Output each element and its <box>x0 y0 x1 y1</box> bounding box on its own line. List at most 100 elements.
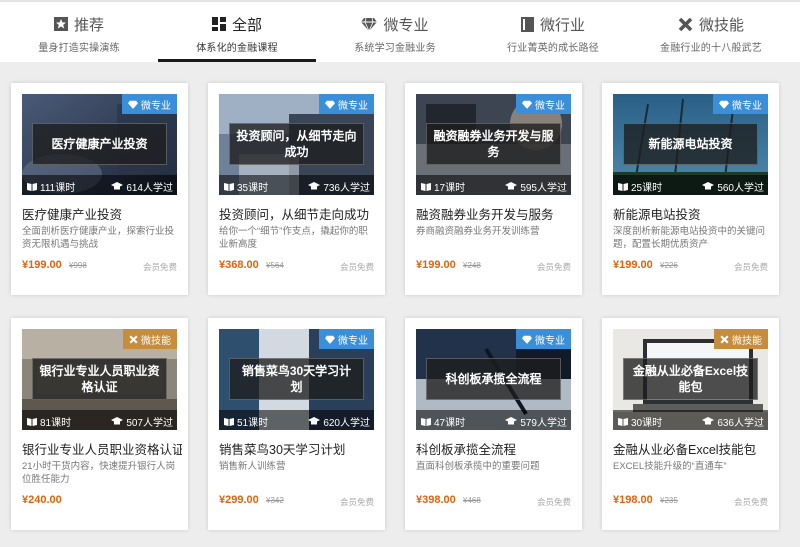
diamond-icon <box>325 100 335 109</box>
course-type-badge: 微专业 <box>516 94 571 114</box>
course-price: ¥398.00 <box>416 494 456 506</box>
course-thumbnail-label: 科创板承揽全流程 <box>426 358 561 400</box>
tab-all[interactable]: 全部 体系化的金融课程 <box>158 2 316 62</box>
course-thumbnail-label: 销售菜鸟30天学习计划 <box>229 358 364 400</box>
course-thumbnail: 微专业 投资顾问，从细节走向成功 35课时 736人学过 <box>219 94 374 195</box>
graduation-cap-icon <box>308 417 321 425</box>
course-title[interactable]: 银行业专业人员职业资格认证 <box>22 439 182 458</box>
tab-subtitle: 量身打造实操演练 <box>38 43 120 54</box>
course-thumbnail-label: 金融从业必备Excel技能包 <box>623 358 758 400</box>
course-card[interactable]: 微专业 新能源电站投资 25课时 560人学过 新能源电站投资 深度剖析新能源电… <box>602 83 779 295</box>
course-description: EXCEL技能升级的“直通车” <box>613 461 727 472</box>
tab-micro-major[interactable]: 微专业 系统学习金融业务 <box>316 2 474 62</box>
learner-count: 736人学过 <box>323 183 370 194</box>
tab-title: 全部 <box>231 16 262 34</box>
member-free-label: 会员免费 <box>536 262 571 272</box>
lesson-count: 51课时 <box>237 418 269 429</box>
course-card[interactable]: 微专业 销售菜鸟30天学习计划 51课时 620人学过 销售菜鸟30天学习计划 … <box>208 318 385 530</box>
grid-icon <box>211 17 226 31</box>
course-title[interactable]: 投资顾问，从细节走向成功 <box>219 204 379 223</box>
course-type-badge: 微专业 <box>516 329 571 349</box>
lesson-count: 111课时 <box>40 183 76 194</box>
diamond-icon <box>522 100 532 109</box>
course-thumbnail: 微专业 科创板承揽全流程 47课时 579人学过 <box>416 329 571 430</box>
course-stats-bar: 30课时 636人学过 <box>613 410 768 430</box>
member-free-label: 会员免费 <box>339 262 374 272</box>
course-type-badge: 微专业 <box>122 94 177 114</box>
course-stats-bar: 17课时 595人学过 <box>416 175 571 195</box>
course-type-badge: 微技能 <box>714 329 768 349</box>
course-card[interactable]: 微专业 融资融券业务开发与服务 17课时 595人学过 融资融券业务开发与服务 … <box>405 83 582 295</box>
course-card[interactable]: 微专业 投资顾问，从细节走向成功 35课时 736人学过 投资顾问，从细节走向成… <box>208 83 385 295</box>
learner-count: 620人学过 <box>323 418 370 429</box>
course-stats-bar: 47课时 579人学过 <box>416 410 571 430</box>
course-title[interactable]: 金融从业必备Excel技能包 <box>613 439 773 458</box>
course-type-badge: 微专业 <box>319 329 374 349</box>
course-description: 深度剖析新能源电站投资中的关键问题，配置长期优质资产 <box>613 226 766 250</box>
book-icon <box>618 183 628 191</box>
course-thumbnail: 微技能 银行业专业人员职业资格认证 81课时 507人学过 <box>22 329 177 430</box>
course-card[interactable]: 微专业 医疗健康产业投资 111课时 614人学过 医疗健康产业投资 全面剖析医… <box>11 83 188 295</box>
course-title[interactable]: 新能源电站投资 <box>613 204 773 223</box>
course-stats-bar: 51课时 620人学过 <box>219 410 374 430</box>
graduation-cap-icon <box>702 417 715 425</box>
course-title[interactable]: 科创板承揽全流程 <box>416 439 576 458</box>
course-title[interactable]: 销售菜鸟30天学习计划 <box>219 439 379 458</box>
course-description: 券商融资融券业务开发训练营 <box>416 226 540 237</box>
tab-micro-skill[interactable]: 微技能 金融行业的十八般武艺 <box>632 2 790 62</box>
diamond-icon <box>522 335 532 344</box>
tab-micro-industry[interactable]: 微行业 行业菁英的成长路径 <box>474 2 632 62</box>
diamond-icon <box>128 100 138 109</box>
book-icon <box>421 183 431 191</box>
member-free-label: 会员免费 <box>733 497 768 507</box>
lesson-count: 47课时 <box>434 418 466 429</box>
tab-title: 微专业 <box>383 16 429 34</box>
course-price: ¥368.00 <box>219 259 259 271</box>
course-card[interactable]: 微技能 银行业专业人员职业资格认证 81课时 507人学过 银行业专业人员职业资… <box>11 318 188 530</box>
tab-title: 微行业 <box>539 16 585 34</box>
course-title[interactable]: 融资融券业务开发与服务 <box>416 204 576 223</box>
original-price: ¥998 <box>69 261 87 270</box>
tab-subtitle: 金融行业的十八般武艺 <box>660 43 762 54</box>
course-thumbnail: 微专业 销售菜鸟30天学习计划 51课时 620人学过 <box>219 329 374 430</box>
course-type-badge: 微专业 <box>319 94 374 114</box>
member-free-label: 会员免费 <box>339 497 374 507</box>
course-type-badge: 微专业 <box>713 94 768 114</box>
course-description: 销售新人训练营 <box>219 461 286 472</box>
tab-title: 推荐 <box>73 16 104 34</box>
book-icon <box>27 418 37 426</box>
graduation-cap-icon <box>702 182 715 190</box>
member-free-label: 会员免费 <box>142 262 177 272</box>
course-price: ¥199.00 <box>613 259 653 271</box>
graduation-cap-icon <box>505 182 518 190</box>
lesson-count: 35课时 <box>237 183 269 194</box>
course-stats-bar: 25课时 560人学过 <box>613 175 768 195</box>
course-price: ¥299.00 <box>219 494 259 506</box>
course-description: 给你一个“细节”作支点，撬起你的职业新高度 <box>219 226 368 250</box>
course-price: ¥198.00 <box>613 494 653 506</box>
book-icon <box>421 418 431 426</box>
tab-subtitle: 系统学习金融业务 <box>354 43 436 54</box>
course-type-badge: 微技能 <box>123 329 177 349</box>
learner-count: 560人学过 <box>717 183 764 194</box>
course-thumbnail: 微专业 医疗健康产业投资 111课时 614人学过 <box>22 94 177 195</box>
active-tab-indicator <box>158 59 316 62</box>
star-icon <box>53 17 68 31</box>
diamond-icon <box>325 335 335 344</box>
course-title[interactable]: 医疗健康产业投资 <box>22 204 182 223</box>
lesson-count: 25课时 <box>631 183 663 194</box>
tab-recommend[interactable]: 推荐 量身打造实操演练 <box>0 2 158 62</box>
course-thumbnail-label: 投资顾问，从细节走向成功 <box>229 123 364 165</box>
course-price: ¥199.00 <box>416 259 456 271</box>
original-price: ¥248 <box>463 261 481 270</box>
tools-icon <box>720 334 729 344</box>
course-card[interactable]: 微技能 金融从业必备Excel技能包 30课时 636人学过 金融从业必备Exc… <box>602 318 779 530</box>
tab-subtitle: 行业菁英的成长路径 <box>507 43 599 54</box>
course-price: ¥199.00 <box>22 259 62 271</box>
tab-subtitle: 体系化的金融课程 <box>196 43 278 54</box>
course-description: 直面科创板承揽中的重要问题 <box>416 461 540 472</box>
diamond-icon <box>361 17 378 31</box>
course-card[interactable]: 微专业 科创板承揽全流程 47课时 579人学过 科创板承揽全流程 直面科创板承… <box>405 318 582 530</box>
course-thumbnail-label: 医疗健康产业投资 <box>32 123 167 165</box>
member-free-label: 会员免费 <box>733 262 768 272</box>
